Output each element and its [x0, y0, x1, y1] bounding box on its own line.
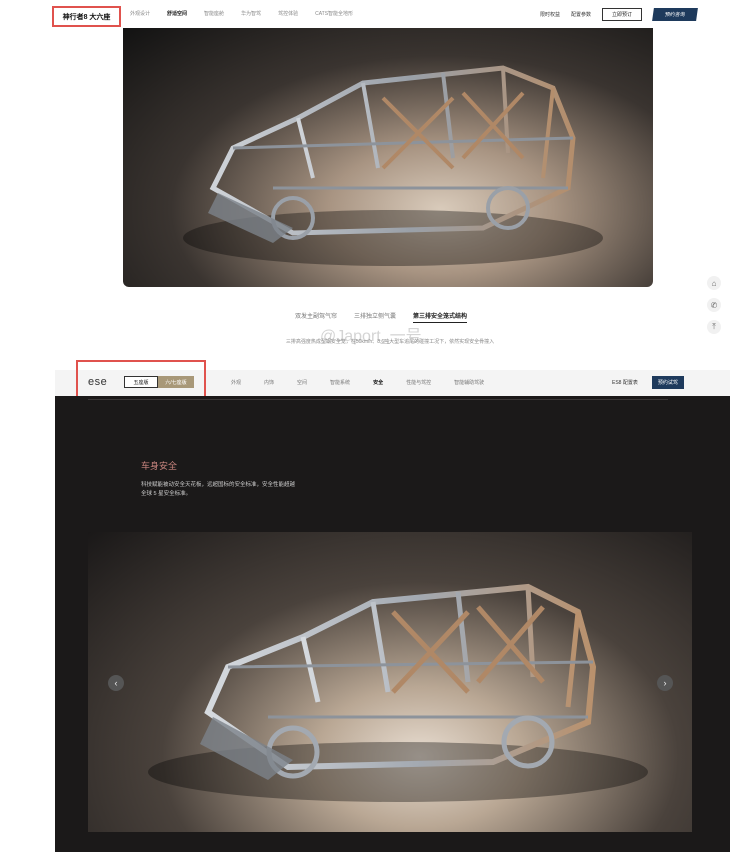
nav-item-cockpit[interactable]: 智能座舱 [204, 10, 224, 17]
nav-item-huawei-drive[interactable]: 华为智驾 [241, 10, 261, 17]
nav-item-cats[interactable]: CATS智能全地形 [315, 10, 353, 17]
nav2-item-interior[interactable]: 内饰 [264, 379, 274, 386]
bottom-nav-menu: 外观 内饰 空间 智能系统 安全 性能与驾控 智能辅助驾驶 [231, 379, 484, 386]
side-toolbar: ⌂ ✆ ⤒ [707, 276, 721, 334]
link-offers[interactable]: 限时权益 [540, 11, 560, 18]
section-title: 车身安全 [141, 461, 178, 471]
nav2-item-space[interactable]: 空间 [297, 379, 307, 386]
brand-title[interactable]: 神行者8 大六座 [52, 6, 121, 27]
car-frame-illustration [183, 65, 603, 266]
nav2-item-smart-system[interactable]: 智能系统 [330, 379, 350, 386]
order-button[interactable]: 立即预订 [602, 8, 643, 21]
section-description: 科技赋能被动安全天花板，远超国标的安全标准，安全性能超越 全球 5 星安全标准。 [141, 481, 341, 499]
phone-icon[interactable]: ✆ [707, 298, 721, 312]
section-divider [88, 399, 668, 400]
feature-description: 三排高强度热成型钢安全笼，在50km/h、8.6吨大型车追尾的碰撞工况下，依然实… [285, 339, 495, 345]
section-description-line-1: 科技赋能被动安全天花板，远超国标的安全标准，安全性能超越 [141, 482, 296, 488]
link-config-table[interactable]: ES8 配置表 [612, 379, 638, 386]
top-nav-right: 限时权益 配置参数 立即预订 预约咨询 [540, 8, 698, 21]
consult-button[interactable]: 预约咨询 [652, 8, 698, 21]
nav2-item-performance[interactable]: 性能与驾控 [406, 379, 431, 386]
section-description-line-2: 全球 5 星安全标准。 [141, 491, 192, 497]
top-nav-menu: 外观设计 舒适空间 智能座舱 华为智驾 驾控体验 CATS智能全地形 [130, 10, 353, 17]
chevron-left-icon[interactable]: ‹ [108, 675, 124, 691]
car-frame-illustration-2 [148, 583, 648, 802]
nav-item-exterior[interactable]: 外观设计 [130, 10, 150, 17]
bottom-nav-right: ES8 配置表 预约试驾 [612, 376, 684, 389]
nav-item-driving[interactable]: 驾控体验 [278, 10, 298, 17]
nav2-item-assist-drive[interactable]: 智能辅助驾驶 [454, 379, 484, 386]
home-icon[interactable]: ⌂ [707, 276, 721, 290]
hero-image-body-structure [123, 28, 653, 287]
top-icon[interactable]: ⤒ [707, 320, 721, 334]
nav-item-comfort-space[interactable]: 舒适空间 [167, 10, 187, 17]
nav2-item-safety[interactable]: 安全 [373, 379, 383, 386]
nav2-item-exterior[interactable]: 外观 [231, 379, 241, 386]
hero-image-body-structure-2 [88, 532, 692, 832]
test-drive-button[interactable]: 预约试驾 [651, 376, 684, 389]
chevron-right-icon[interactable]: › [657, 675, 673, 691]
brand-title-text: 神行者8 大六座 [62, 13, 111, 21]
link-specs[interactable]: 配置参数 [571, 11, 591, 18]
